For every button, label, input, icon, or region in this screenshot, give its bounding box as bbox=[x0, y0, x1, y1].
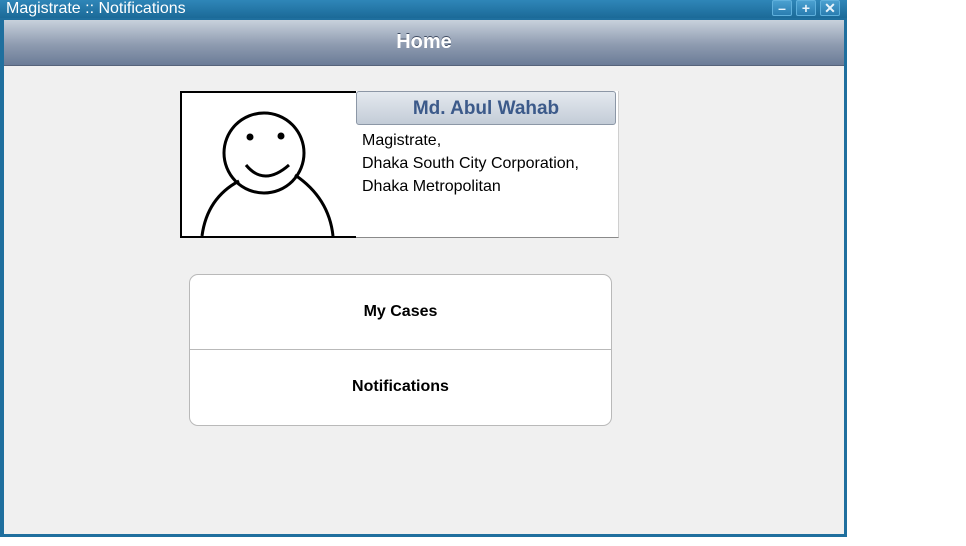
address-line: Dhaka Metropolitan bbox=[362, 178, 501, 195]
window-title: Magistrate :: Notifications bbox=[6, 0, 186, 17]
maximize-button[interactable]: + bbox=[796, 0, 816, 16]
main-menu: My Cases Notifications bbox=[189, 274, 612, 426]
profile-info: Md. Abul Wahab Magistrate, Dhaka South C… bbox=[356, 91, 619, 238]
minimize-button[interactable]: – bbox=[772, 0, 792, 16]
menu-item-my-cases[interactable]: My Cases bbox=[190, 275, 611, 350]
address-line: Magistrate, bbox=[362, 132, 442, 149]
address-line: Dhaka South City Corporation, bbox=[362, 155, 579, 172]
profile-name-button[interactable]: Md. Abul Wahab bbox=[356, 91, 616, 125]
page-header: Home bbox=[4, 20, 844, 66]
menu-item-notifications[interactable]: Notifications bbox=[190, 350, 611, 424]
profile-photo bbox=[180, 91, 358, 238]
avatar-icon bbox=[200, 111, 335, 237]
title-bar: Magistrate :: Notifications – + ✕ bbox=[0, 0, 847, 18]
page-title: Home bbox=[396, 31, 452, 53]
app-window: Magistrate :: Notifications – + ✕ Home M… bbox=[0, 0, 847, 537]
app-content: Home Md. Abul Wahab Magistrate, Dhaka So… bbox=[4, 20, 844, 534]
profile-address: Magistrate, Dhaka South City Corporation… bbox=[362, 129, 579, 198]
close-button[interactable]: ✕ bbox=[820, 0, 840, 16]
